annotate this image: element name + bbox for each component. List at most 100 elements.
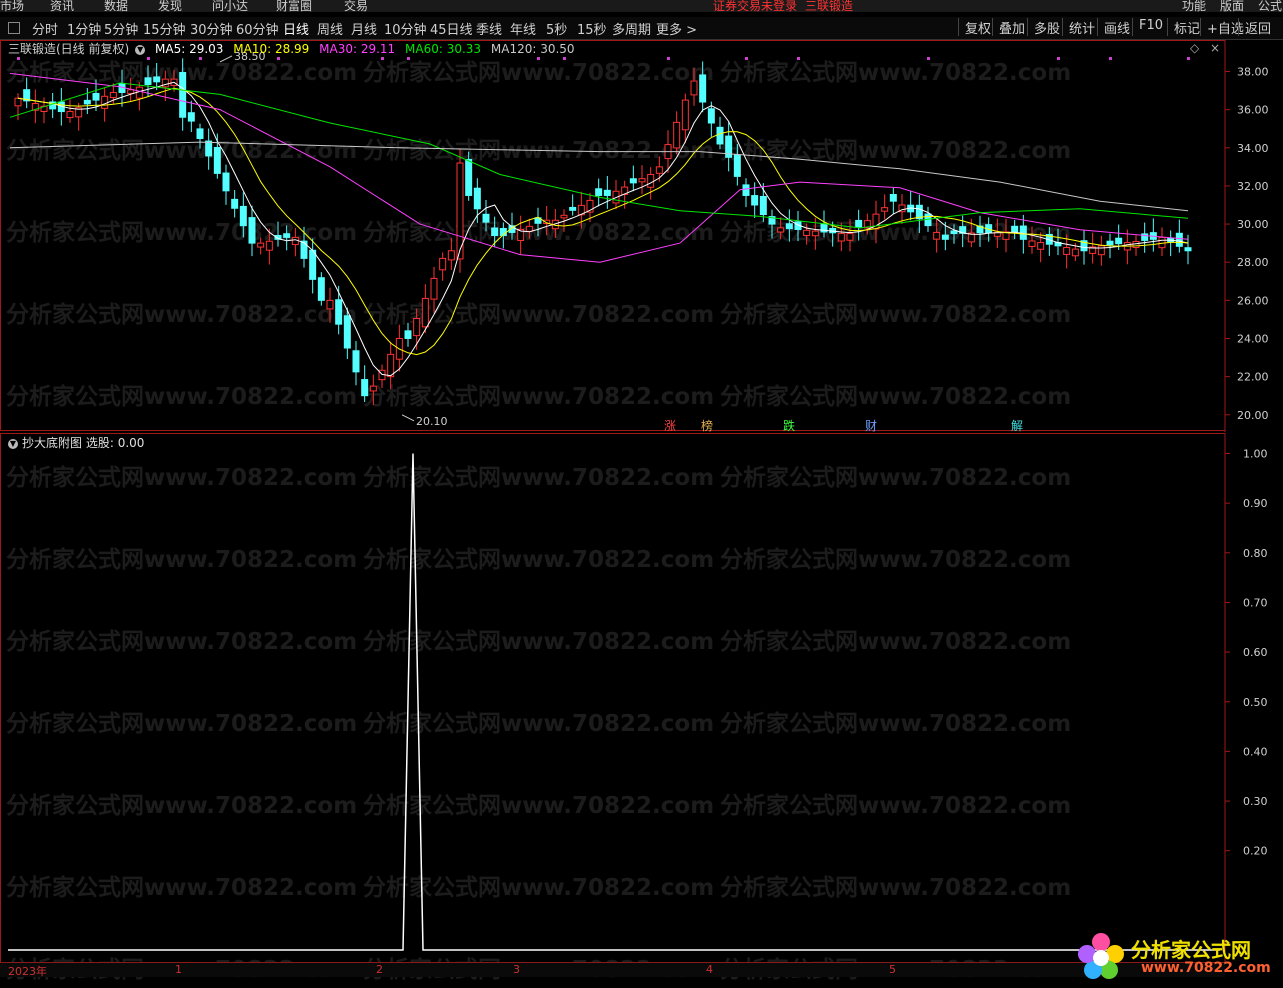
event-tag-down[interactable]: 跌 (781, 417, 797, 434)
candle[interactable] (456, 149, 464, 273)
candle[interactable] (872, 200, 880, 244)
candle[interactable] (369, 374, 377, 406)
period-tab-11[interactable]: 季线 (476, 19, 502, 38)
candle[interactable] (1097, 235, 1105, 266)
candle[interactable] (976, 215, 984, 247)
candle[interactable] (785, 209, 793, 242)
indicator-chart[interactable]: 1.00 0.90 0.80 0.70 0.60 0.50 0.40 0.30 0.20 (0, 433, 1283, 963)
candle[interactable] (14, 93, 22, 121)
tool-back[interactable]: 返回 (1238, 18, 1277, 37)
candle[interactable] (482, 200, 490, 232)
tool-stats[interactable]: 统计 (1062, 18, 1101, 37)
candle[interactable] (1011, 219, 1019, 240)
sub-settings-icon[interactable]: ▼ (8, 438, 18, 449)
candle[interactable] (1158, 227, 1166, 257)
candle[interactable] (768, 209, 776, 239)
candle[interactable] (231, 189, 239, 218)
period-tab-5[interactable]: 60分钟 (236, 19, 279, 38)
candle[interactable] (378, 364, 386, 388)
period-tab-14[interactable]: 15秒 (577, 19, 607, 38)
candle[interactable] (309, 238, 317, 294)
candlestick-chart[interactable]: 38.00 36.00 34.00 32.00 30.00 28.00 26.00 24.00… (0, 40, 1283, 432)
candle[interactable] (595, 178, 603, 207)
candle[interactable] (543, 205, 551, 236)
candle[interactable] (317, 272, 325, 306)
candle[interactable] (352, 341, 360, 386)
candle[interactable] (525, 218, 533, 239)
login-alert[interactable]: 证券交易未登录 (713, 0, 797, 12)
candle[interactable] (1028, 226, 1036, 254)
candle[interactable] (387, 341, 395, 390)
period-tab-2[interactable]: 5分钟 (104, 19, 138, 38)
period-tab-9[interactable]: 10分钟 (384, 19, 427, 38)
candle[interactable] (1167, 230, 1175, 257)
event-tag-unlock[interactable]: 解 (1009, 417, 1025, 434)
candle[interactable] (248, 205, 256, 257)
candle[interactable] (1002, 218, 1010, 253)
candle[interactable] (517, 215, 525, 255)
candle[interactable] (257, 237, 265, 255)
candle[interactable] (725, 121, 733, 172)
candle[interactable] (889, 187, 897, 214)
candle[interactable] (690, 67, 698, 106)
candle[interactable] (326, 287, 334, 323)
candle[interactable] (291, 227, 299, 257)
menu-layout[interactable]: 版面 (1220, 0, 1244, 12)
candle[interactable] (1175, 219, 1183, 253)
candle[interactable] (465, 151, 473, 201)
period-tab-3[interactable]: 15分钟 (143, 19, 186, 38)
menu-circle[interactable]: 财富圈 (276, 0, 312, 12)
candle[interactable] (777, 217, 785, 240)
candle[interactable] (837, 222, 845, 252)
menu-function[interactable]: 功能 (1182, 0, 1206, 12)
candle[interactable] (205, 128, 213, 170)
candle[interactable] (1123, 229, 1131, 265)
period-tab-daily[interactable]: 日线 (283, 19, 309, 38)
candle[interactable] (179, 58, 187, 131)
menu-ask[interactable]: 问小达 (212, 0, 248, 12)
event-tag-finance[interactable]: 财 (863, 417, 879, 434)
period-tab-0[interactable]: 分时 (32, 19, 58, 38)
candle[interactable] (66, 99, 74, 123)
candle[interactable] (881, 194, 889, 220)
candle[interactable] (447, 237, 455, 271)
candle[interactable] (1045, 227, 1053, 256)
period-tab-7[interactable]: 周线 (317, 19, 343, 38)
event-tag-up[interactable]: 涨 (662, 417, 678, 434)
candle[interactable] (534, 207, 542, 237)
candle[interactable] (196, 123, 204, 149)
candle[interactable] (846, 219, 854, 252)
candle[interactable] (638, 165, 646, 195)
candle[interactable] (863, 213, 871, 235)
period-tab-15[interactable]: 多周期 (612, 19, 651, 38)
candle[interactable] (569, 194, 577, 216)
candle[interactable] (733, 144, 741, 186)
period-tab-12[interactable]: 年线 (510, 19, 536, 38)
candle[interactable] (915, 194, 923, 233)
menu-market[interactable]: 市场 (0, 0, 24, 12)
candle[interactable] (49, 92, 57, 119)
candle[interactable] (274, 221, 282, 247)
candle[interactable] (187, 100, 195, 133)
settings-icon[interactable]: ▼ (135, 44, 146, 55)
menu-data[interactable]: 数据 (104, 0, 128, 12)
candle[interactable] (40, 97, 48, 124)
candle[interactable] (933, 218, 941, 253)
close-icon[interactable]: × (1210, 41, 1220, 55)
candle[interactable] (950, 224, 958, 244)
tool-overlay[interactable]: 叠加 (992, 18, 1031, 37)
period-tab-1[interactable]: 1分钟 (67, 19, 101, 38)
candle[interactable] (283, 225, 291, 251)
period-tab-13[interactable]: 5秒 (546, 19, 567, 38)
candle[interactable] (31, 89, 39, 124)
candle[interactable] (855, 209, 863, 241)
candle[interactable] (75, 102, 83, 131)
candle[interactable] (118, 69, 126, 107)
candle[interactable] (1141, 222, 1149, 253)
period-tab-more[interactable]: 更多 > (656, 19, 697, 38)
menu-news[interactable]: 资讯 (50, 0, 74, 12)
candle[interactable] (23, 77, 31, 109)
candle[interactable] (603, 176, 611, 209)
candle[interactable] (907, 190, 915, 221)
candle[interactable] (673, 111, 681, 155)
